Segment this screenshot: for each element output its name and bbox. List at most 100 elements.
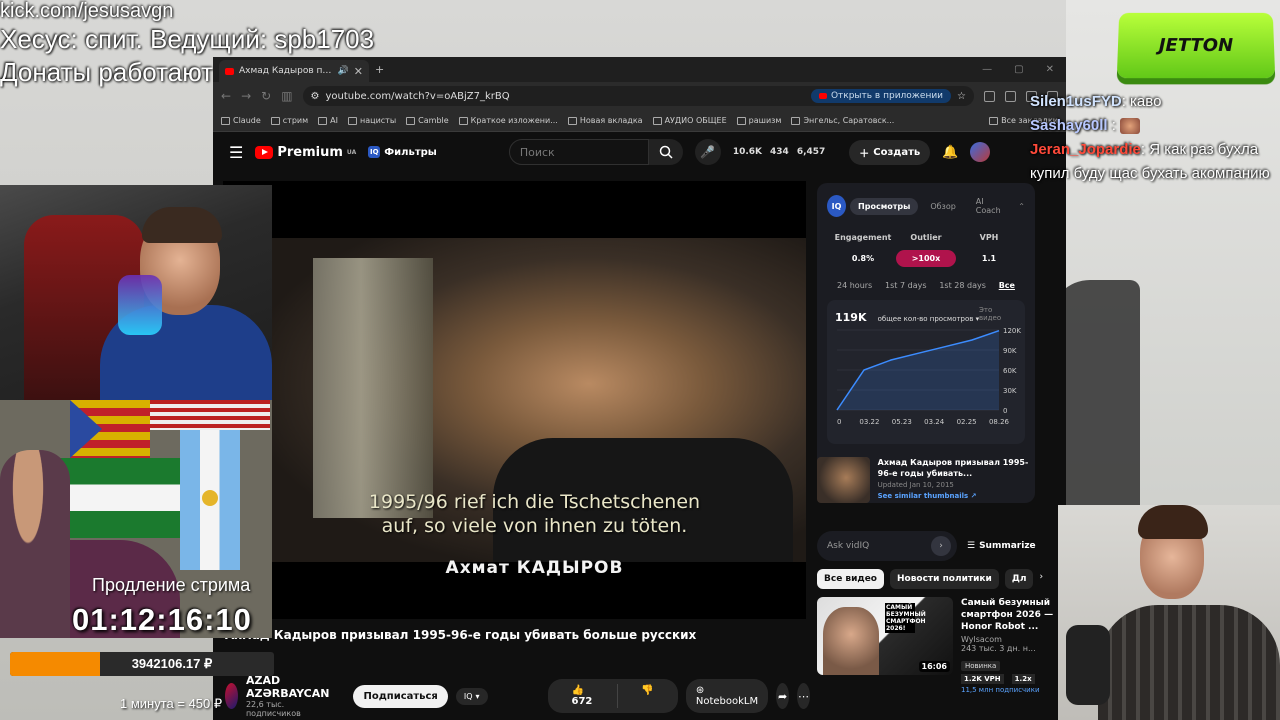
address-bar: ← → ↻ ▥ ⚙ youtube.com/watch?v=oABjZ7_krB… [213,82,1066,110]
filters-button[interactable]: IQ Фильтры [368,146,437,158]
chat-overlay: Silen1usFYD: каво Sashay60ll : Jeran_Jop… [1030,78,1280,186]
sidebar-icon[interactable]: ▥ [281,89,292,103]
argentina-flag [180,430,240,570]
search-icon [659,145,673,159]
new-tab-icon[interactable]: + [375,63,384,76]
ask-vidiq-row: Ask vidIQ › ☰ Summarize [817,531,1057,561]
youtube-logo[interactable]: Premium UA [255,145,356,160]
tab-overview[interactable]: Обзор [922,198,963,215]
search-input[interactable]: Поиск [508,139,649,165]
tab-views[interactable]: Просмотры [850,197,919,215]
logo-text: JETTON [1158,34,1234,56]
subscribe-button[interactable]: Подписаться [353,684,448,708]
rec-meta: 243 тыс. 3 дн. н... [961,644,1036,653]
bookmark-item[interactable]: Новая вкладка [567,116,643,125]
collapse-icon[interactable]: ⌃ [1018,202,1025,211]
chip-more[interactable]: Дл [1004,569,1034,589]
streamer-webcam [0,185,272,400]
rec-title[interactable]: Самый безумный смартфон 2026 — Honor Rob… [961,597,1057,633]
stream-timer: 01:12:16:10 [72,602,252,637]
bookmark-item[interactable]: Краткое изложени... [458,116,558,125]
video-card-updated: Updated Jan 10, 2015 [877,481,954,489]
tab-ai-coach[interactable]: AI Coach [968,193,1015,219]
range-24h[interactable]: 24 hours [837,281,872,290]
extensions-puzzle-icon[interactable] [1005,90,1016,102]
hamburger-menu-icon[interactable]: ☰ [229,143,243,162]
bookmark-label: стрим [282,116,309,125]
x-tick-label: 03.24 [924,418,945,426]
recommended-video[interactable]: САМЫЙ БЕЗУМНЫЙ СМАРТФОН 2026! 16:06 Самы… [817,597,1057,694]
share-button[interactable]: ➦ [776,683,790,709]
like-button[interactable]: 👍 672 [548,679,617,713]
bookmark-item[interactable]: рашизм [736,116,781,125]
streamer2-hair [1138,505,1208,539]
range-7d[interactable]: 1st 7 days [885,281,926,290]
close-window-icon[interactable]: ✕ [1046,64,1054,75]
rec-thumbnail[interactable]: САМЫЙ БЕЗУМНЫЙ СМАРТФОН 2026! 16:06 [817,597,953,675]
dislike-button[interactable]: 👎 [617,679,677,713]
summarize-button[interactable]: ☰ Summarize [967,541,1036,551]
open-in-app-button[interactable]: Открыть в приложении [810,89,952,103]
bookmark-item[interactable]: Camble [406,116,449,125]
y-tick-label: 0 [1003,407,1007,415]
video-card-title: Ахмад Кадыров призывал 1995-96-е годы уб… [877,458,1029,478]
metric-outlier: Outlier >100x [896,233,956,267]
search-placeholder: Поиск [519,145,555,159]
chip-all-videos[interactable]: Все видео [817,569,884,589]
notebooklm-button[interactable]: ⊛ NotebookLM [685,679,769,713]
bookmark-item[interactable]: Энгельс, Саратовск... [791,116,894,125]
folder-icon [270,116,280,125]
browser-tab[interactable]: Ахмад Кадыров призывал 🔊 ✕ [219,60,369,82]
bookmark-item[interactable]: стрим [270,116,309,125]
range-all[interactable]: Все [999,281,1015,290]
donation-total: 3942106.17 ₽ [131,656,213,671]
region-code: UA [346,148,357,156]
views-dropdown[interactable]: общее кол-во просмотров ▾ [878,315,980,323]
url-field[interactable]: ⚙ youtube.com/watch?v=oABjZ7_krBQ Открыт… [302,86,974,106]
voice-search-button[interactable]: 🎤 [694,139,721,165]
bookmark-item[interactable]: Claude [221,116,261,125]
more-actions-button[interactable]: ⋯ [797,683,810,709]
views-count: 119K [835,311,867,324]
chevron-right-icon[interactable]: › [931,536,951,556]
range-28d[interactable]: 1st 28 days [939,281,986,290]
back-icon[interactable]: ← [221,89,231,103]
minimize-icon[interactable]: — [982,64,992,75]
chat-nick: Jeran_Jopardie [1030,141,1141,158]
forward-icon[interactable]: → [241,89,251,103]
similar-thumbnails-link[interactable]: See similar thumbnails ↗ [878,492,1035,500]
bookmark-star-icon[interactable]: ☆ [957,91,966,102]
ask-vidiq-input[interactable]: Ask vidIQ › [817,531,957,561]
maximize-icon[interactable]: ▢ [1014,64,1023,75]
vidiq-channel-button[interactable]: IQ ▾ [455,687,488,705]
bookmark-item[interactable]: AI [318,116,338,125]
metric-label: Engagement [834,233,892,242]
chip-politics-news[interactable]: Новости политики [890,569,999,589]
chevron-right-icon[interactable]: › [1039,569,1043,589]
create-button[interactable]: ＋ Создать [849,139,931,165]
channel-avatar[interactable] [225,683,238,709]
notifications-bell-icon[interactable]: 🔔 [942,145,958,160]
tab-audio-icon[interactable]: 🔊 [338,66,349,76]
create-label: Создать [873,146,921,158]
account-avatar[interactable] [970,142,991,162]
bookmark-item[interactable]: нацисты [348,116,396,125]
bookmark-item[interactable]: АУДИО ОБЩЕЕ [652,116,727,125]
reload-icon[interactable]: ↻ [261,89,271,103]
y-tick-label: 30K [1003,387,1017,395]
metric-label: Outlier [910,233,942,242]
more-icon: ⋯ [798,689,810,703]
rec-channel[interactable]: Wylsacom [961,635,1057,644]
site-info-icon[interactable]: ⚙ [311,91,320,102]
x-tick-label: 0 [837,418,841,426]
video-player[interactable]: 1995/96 rief ich die Tschetschenen auf, … [223,181,806,619]
rec-ratio: 1.2x [1011,674,1035,684]
vidiq-video-card[interactable]: Ахмад Кадыров призывал 1995-96-е годы уб… [817,457,1035,515]
close-tab-icon[interactable]: ✕ [354,65,363,78]
extension-icon[interactable] [984,90,995,102]
channel-name[interactable]: AZAD AZƏRBAYCAN [246,674,330,700]
search-button[interactable] [648,139,683,165]
video-duration: 16:06 [918,661,950,672]
filters-label: Фильтры [384,146,437,158]
stat-total: 6,457 [796,147,826,157]
